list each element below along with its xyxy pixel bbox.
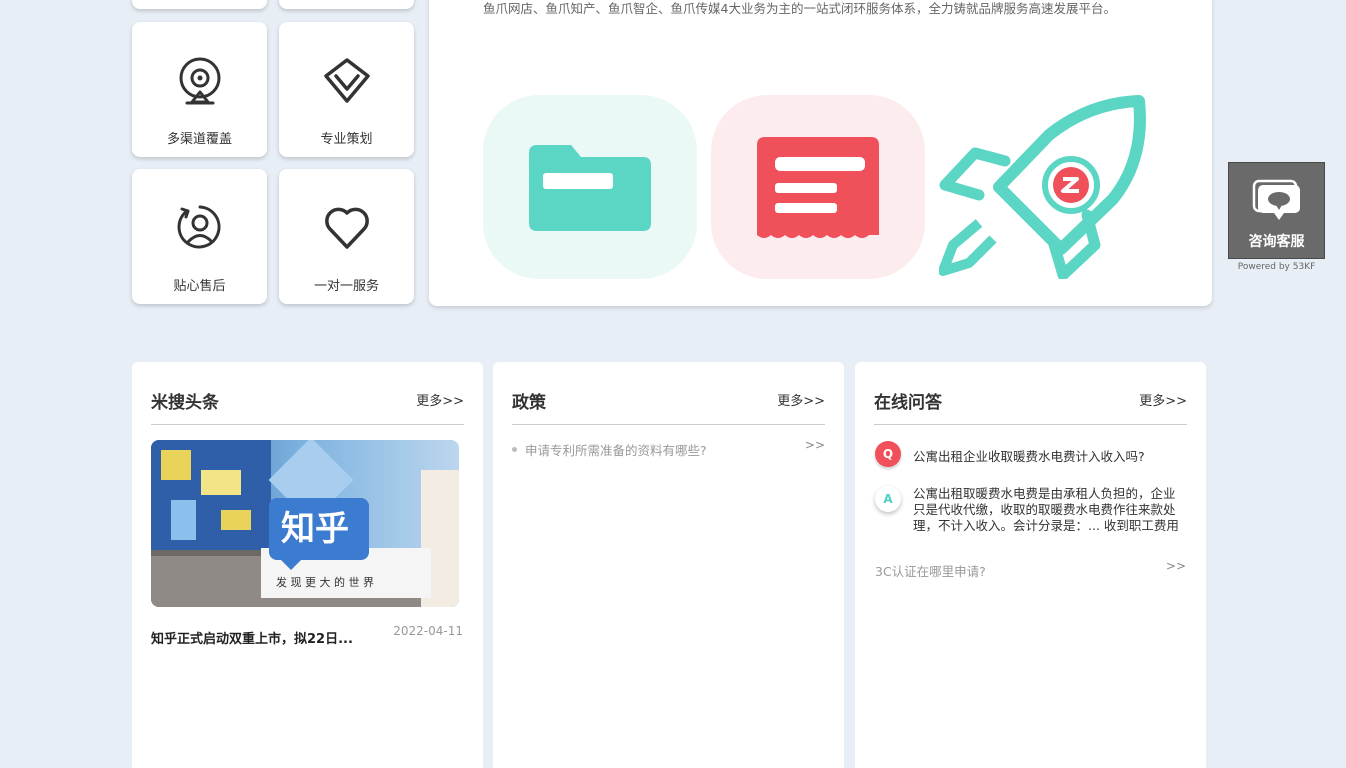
policy-column-header: 政策 更多>> xyxy=(512,388,825,425)
qa-question[interactable]: 公寓出租企业收取暖费水电费计入收入吗? xyxy=(913,446,1145,465)
feature-label: 多渠道覆盖 xyxy=(166,132,232,147)
feature-card-aftersales[interactable]: 贴心售后 xyxy=(132,169,267,304)
news-image[interactable]: 知乎 发 现 更 大 的 世 界 xyxy=(151,440,459,607)
feature-label: 贴心售后 xyxy=(173,279,226,294)
qa-link-arrow[interactable]: >> xyxy=(1166,559,1186,573)
policy-more-link[interactable]: 更多>> xyxy=(777,390,825,409)
feature-card-top-left[interactable] xyxy=(132,0,267,9)
qa-column-title: 在线问答 xyxy=(874,393,942,413)
consult-label: 咨询客服 xyxy=(1248,234,1305,250)
list-item[interactable]: 申请专利所需准备的资料有哪些? >> xyxy=(512,438,825,460)
consult-service-button[interactable]: 咨询客服 xyxy=(1228,162,1325,259)
feature-label: 一对一服务 xyxy=(313,279,379,294)
news-column-title: 米搜头条 xyxy=(151,393,219,413)
rocket-icon xyxy=(938,95,1153,281)
powered-by: Powered by 53KF xyxy=(1237,262,1316,272)
policy-column: 政策 更多>> 申请专利所需准备的资料有哪些? >> xyxy=(493,362,844,768)
policy-column-title: 政策 xyxy=(512,393,546,413)
policy-item-text: 申请专利所需准备的资料有哪些? xyxy=(525,443,707,458)
intro-panel: 鱼爪网店、鱼爪知产、鱼爪智企、鱼爪传媒4大业务为主的一站式闭环服务体系，全力铸就… xyxy=(429,0,1212,306)
feature-card-planning[interactable]: 专业策划 xyxy=(279,22,414,157)
news-column-header: 米搜头条 更多>> xyxy=(151,388,464,425)
bullet-icon xyxy=(512,447,517,452)
chat-bubble-icon xyxy=(1252,179,1302,225)
intro-text: 鱼爪网店、鱼爪知产、鱼爪智企、鱼爪传媒4大业务为主的一站式闭环服务体系，全力铸就… xyxy=(483,1,1116,16)
user-refresh-icon xyxy=(175,203,225,253)
qa-answer: 公寓出租取暖费水电费是由承租人负担的，企业只是代收代缴，收取的取暖费水电费作往来… xyxy=(913,486,1179,533)
feature-label: 专业策划 xyxy=(320,132,373,147)
page: 多渠道覆盖 专业策划 贴心售后 一对一服务 鱼爪网店、鱼爪知产、鱼爪智企、鱼爪传… xyxy=(0,0,1346,768)
news-image-slogan: 发 现 更 大 的 世 界 xyxy=(276,575,374,589)
qa-column: 在线问答 更多>> Q 公寓出租企业收取暖费水电费计入收入吗? A 公寓出租取暖… xyxy=(855,362,1206,768)
document-icon xyxy=(711,95,925,279)
news-item-title[interactable]: 知乎正式启动双重上市，拟22日... xyxy=(151,628,353,647)
folder-icon xyxy=(483,95,697,279)
news-more-link[interactable]: 更多>> xyxy=(416,390,464,409)
heart-icon xyxy=(322,203,372,253)
camera-icon xyxy=(175,56,225,106)
news-column: 米搜头条 更多>> 知乎 发 现 更 大 的 世 界 知乎正式启动双重上市，拟2… xyxy=(132,362,483,768)
qa-more-link[interactable]: 更多>> xyxy=(1139,390,1187,409)
answer-badge: A xyxy=(875,486,901,512)
qa-column-header: 在线问答 更多>> xyxy=(874,388,1187,425)
feature-card-one-on-one[interactable]: 一对一服务 xyxy=(279,169,414,304)
feature-card-multichannel[interactable]: 多渠道覆盖 xyxy=(132,22,267,157)
news-image-logo-text: 知乎 xyxy=(281,509,349,549)
feature-card-top-right[interactable] xyxy=(279,0,414,9)
news-item-date: 2022-04-11 xyxy=(393,624,463,638)
diamond-icon xyxy=(322,56,372,106)
policy-item-arrow[interactable]: >> xyxy=(805,438,825,452)
qa-link[interactable]: 3C认证在哪里申请? xyxy=(875,561,986,580)
question-badge: Q xyxy=(875,441,901,467)
